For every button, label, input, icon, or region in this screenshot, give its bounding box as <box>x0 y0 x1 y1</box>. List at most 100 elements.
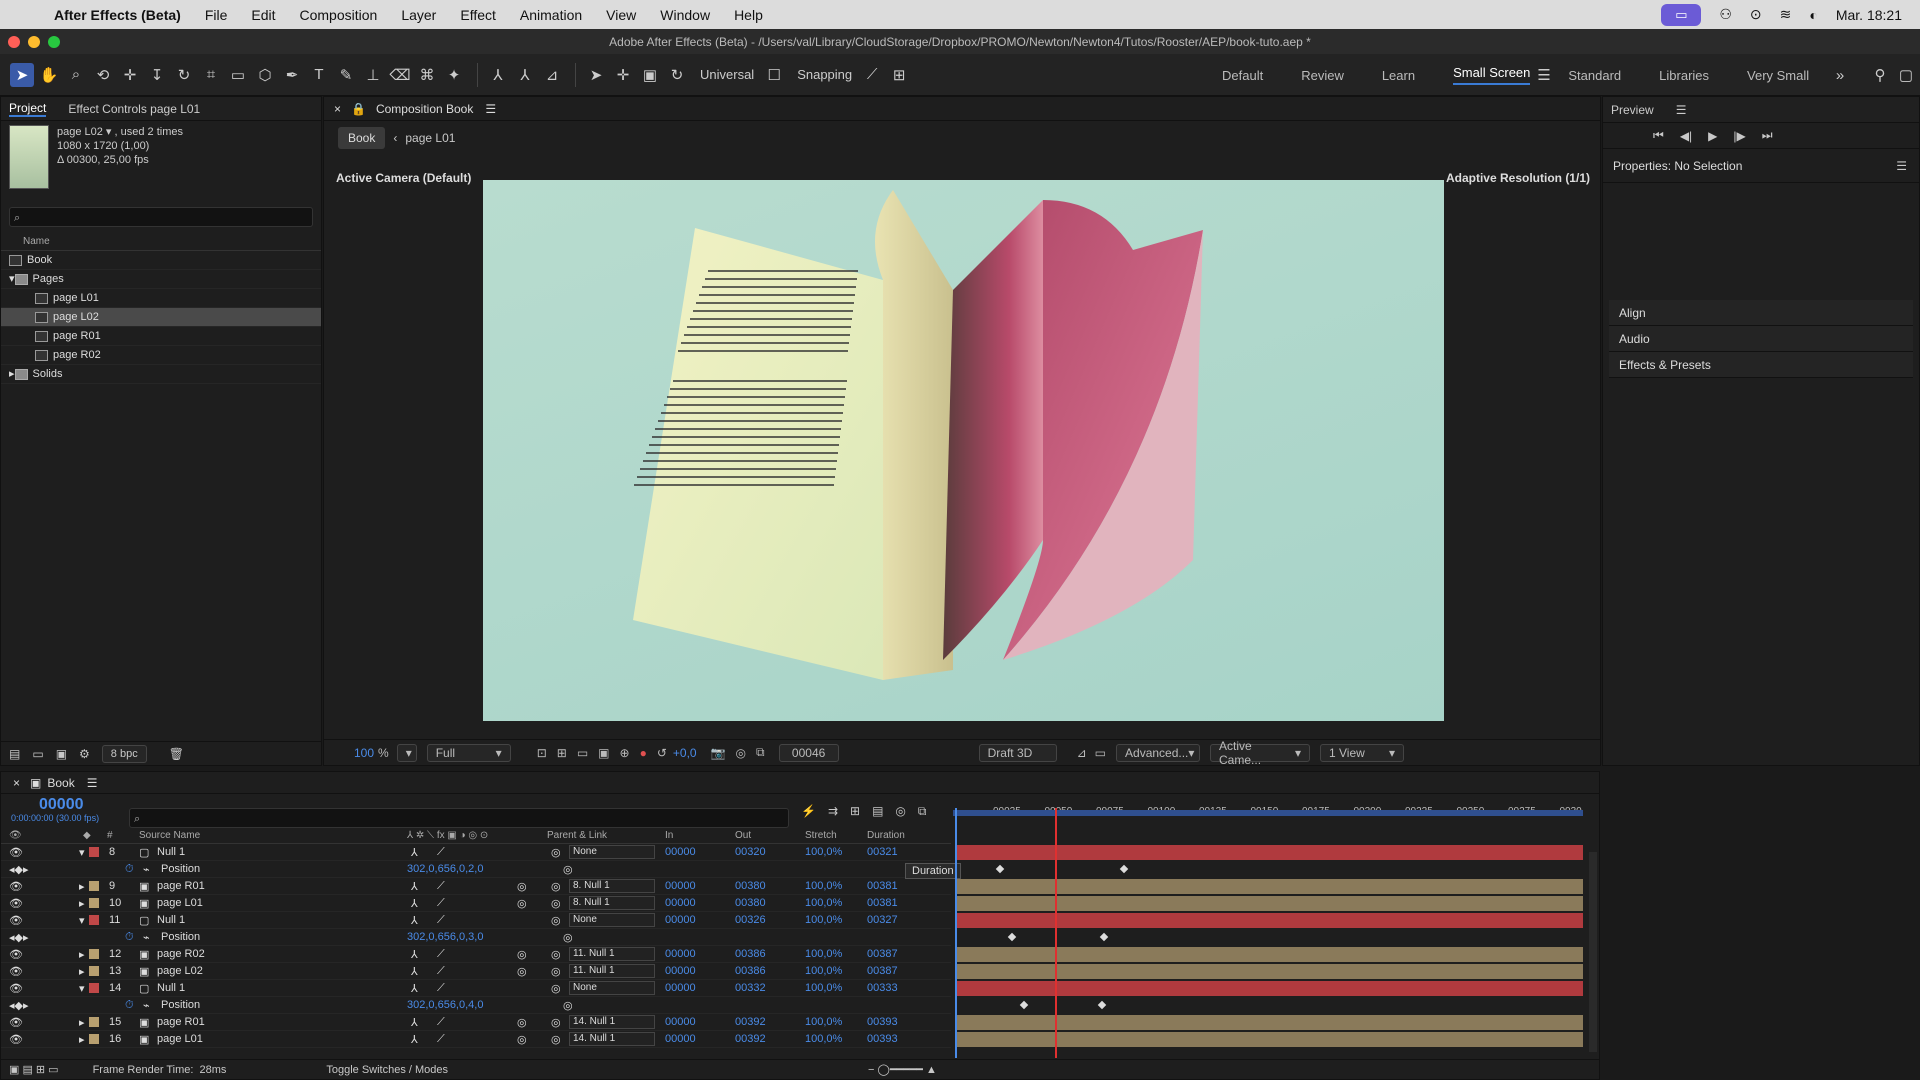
in-point[interactable]: 00000 <box>665 914 696 926</box>
eye-icon[interactable]: 👁 <box>9 897 23 910</box>
frame-blend-icon[interactable]: ⊞ <box>850 804 860 819</box>
duration-value[interactable]: 00381 <box>867 880 898 892</box>
3d-layer-icon[interactable]: ◎ <box>517 965 527 978</box>
menu-file[interactable]: File <box>193 7 240 23</box>
eye-icon[interactable]: 👁 <box>9 948 23 961</box>
expand-icon[interactable]: ▸ <box>79 948 85 961</box>
anchor-tool-icon[interactable]: ⌗ <box>199 63 223 87</box>
expand-icon[interactable]: ▾ <box>79 846 85 859</box>
layer-bar[interactable] <box>955 1032 1583 1047</box>
expand-icon[interactable]: ▸ <box>79 1016 85 1029</box>
chart-icon[interactable]: ⧉ <box>918 804 927 819</box>
breadcrumb-page-l01[interactable]: page L01 <box>405 131 455 145</box>
search-help-icon[interactable]: ⚲ <box>1868 63 1892 87</box>
label-color-swatch[interactable] <box>89 847 99 857</box>
draft-3d-icon[interactable]: ⚡ <box>801 804 816 819</box>
label-color-swatch[interactable] <box>89 1034 99 1044</box>
project-item[interactable]: ▾ Pages <box>1 270 321 289</box>
duration-value[interactable]: 00321 <box>867 846 898 858</box>
out-point[interactable]: 00320 <box>735 846 766 858</box>
table-row[interactable]: 👁 ▾ 11 ▢ Null 1 ⅄ ⟋ ◎ None 00000 00326 100,0% 00327 <box>1 912 951 929</box>
keyframe[interactable] <box>1099 932 1109 942</box>
stretch-value[interactable]: 100,0% <box>805 897 842 909</box>
parent-pick-whip-icon[interactable]: ◎ <box>551 1016 561 1029</box>
section-align[interactable]: Align <box>1609 300 1913 326</box>
quality-switch-icon[interactable]: ⟋ <box>437 965 445 978</box>
eye-icon[interactable]: 👁 <box>9 1016 23 1029</box>
keyframe-nav-icon[interactable]: ◂◆▸ <box>9 863 29 876</box>
quality-switch-icon[interactable]: ⟋ <box>437 982 445 995</box>
puppet-pin-icon[interactable]: ✦ <box>442 63 466 87</box>
close-window-button[interactable] <box>8 36 20 48</box>
shy-switch-icon[interactable]: ⅄ <box>411 914 418 927</box>
grid-icon[interactable]: ⊞ <box>557 746 567 760</box>
layer-name[interactable]: Null 1 <box>157 846 185 858</box>
keyframe[interactable] <box>1119 864 1129 874</box>
layer-name[interactable]: page R01 <box>157 880 205 892</box>
out-header[interactable]: Out <box>735 830 751 841</box>
layer-bar[interactable] <box>955 1015 1583 1030</box>
parent-pick-whip-icon[interactable]: ◎ <box>551 880 561 893</box>
parent-dropdown[interactable]: None <box>569 845 655 859</box>
view-axis-icon[interactable]: ⊿ <box>540 63 564 87</box>
3d-layer-icon[interactable]: ◎ <box>517 948 527 961</box>
out-point[interactable]: 00380 <box>735 897 766 909</box>
transparency-icon[interactable]: ⊕ <box>620 746 630 760</box>
duration-value[interactable]: 00387 <box>867 965 898 977</box>
pick-whip-icon[interactable]: ◎ <box>563 931 573 944</box>
snapshot-icon[interactable]: 📷 <box>711 746 726 760</box>
zoom-dropdown[interactable]: ▾ <box>396 743 417 762</box>
current-time-field[interactable]: 00046 <box>778 743 839 762</box>
properties-menu-icon[interactable]: ☰ <box>1896 159 1907 173</box>
expand-icon[interactable]: ▸ <box>79 1033 85 1046</box>
snapping-checkbox[interactable]: ☐ <box>762 63 786 87</box>
close-timeline-icon[interactable]: × <box>13 776 20 790</box>
stretch-header[interactable]: Stretch <box>805 830 837 841</box>
tab-effect-controls[interactable]: Effect Controls page L01 <box>68 102 200 116</box>
keyframe-nav-icon[interactable]: ◂◆▸ <box>9 999 29 1012</box>
roi-icon[interactable]: ▣ <box>598 746 609 760</box>
brush-tool-icon[interactable]: ✎ <box>334 63 358 87</box>
rectangle-tool-icon[interactable]: ▭ <box>226 63 250 87</box>
new-folder-icon[interactable]: ▭ <box>32 747 43 761</box>
workspace-default[interactable]: Default <box>1222 68 1263 83</box>
panel-menu-icon[interactable]: ☰ <box>485 102 496 116</box>
stretch-value[interactable]: 100,0% <box>805 982 842 994</box>
property-value[interactable]: 302,0,656,0,3,0 <box>407 931 483 943</box>
3d-layer-icon[interactable]: ◎ <box>517 880 527 893</box>
breadcrumb-book[interactable]: Book <box>338 127 386 149</box>
duration-value[interactable]: 00333 <box>867 982 898 994</box>
table-row[interactable]: 👁 ▸ 10 ▣ page L01 ⅄ ⟋ ◎ ◎ 8. Null 1 00000 00380 100,… <box>1 895 951 912</box>
interpret-footage-icon[interactable]: ▤ <box>9 747 20 761</box>
clock[interactable]: Mar. 18:21 <box>1836 7 1902 23</box>
layer-bar[interactable] <box>955 913 1583 928</box>
trash-icon[interactable]: 🗑 <box>169 747 184 761</box>
out-point[interactable]: 00386 <box>735 965 766 977</box>
expand-icon[interactable]: ▸ <box>79 965 85 978</box>
layer-name[interactable]: Null 1 <box>157 914 185 926</box>
label-color-swatch[interactable] <box>89 898 99 908</box>
workspace-learn[interactable]: Learn <box>1382 68 1415 83</box>
clone-stamp-icon[interactable]: ⊥ <box>361 63 385 87</box>
menu-view[interactable]: View <box>594 7 648 23</box>
last-frame-icon[interactable]: ⏭ <box>1762 128 1773 143</box>
first-frame-icon[interactable]: ⏮ <box>1653 128 1664 143</box>
project-item[interactable]: ▸ Solids <box>1 365 321 384</box>
keyframe[interactable] <box>1007 932 1017 942</box>
parent-pick-whip-icon[interactable]: ◎ <box>551 914 561 927</box>
workspace-standard[interactable]: Standard <box>1568 68 1621 83</box>
stretch-value[interactable]: 100,0% <box>805 914 842 926</box>
wifi-icon[interactable]: ≋ <box>1780 6 1792 23</box>
project-item[interactable]: page L01 <box>1 289 321 308</box>
exposure-value[interactable]: +0,0 <box>673 746 697 760</box>
pan-camera-icon[interactable]: ✛ <box>118 63 142 87</box>
local-axis-icon[interactable]: ⅄ <box>486 63 510 87</box>
hand-tool-icon[interactable]: ✋ <box>37 63 61 87</box>
stretch-value[interactable]: 100,0% <box>805 846 842 858</box>
shy-switch-icon[interactable]: ⅄ <box>411 897 418 910</box>
control-center-icon[interactable]: ◐ <box>1809 7 1817 23</box>
layer-bar[interactable] <box>955 879 1583 894</box>
menu-edit[interactable]: Edit <box>239 7 287 23</box>
zoom-tool-icon[interactable]: ⌕ <box>64 63 88 87</box>
3d-layer-icon[interactable]: ◎ <box>517 1033 527 1046</box>
